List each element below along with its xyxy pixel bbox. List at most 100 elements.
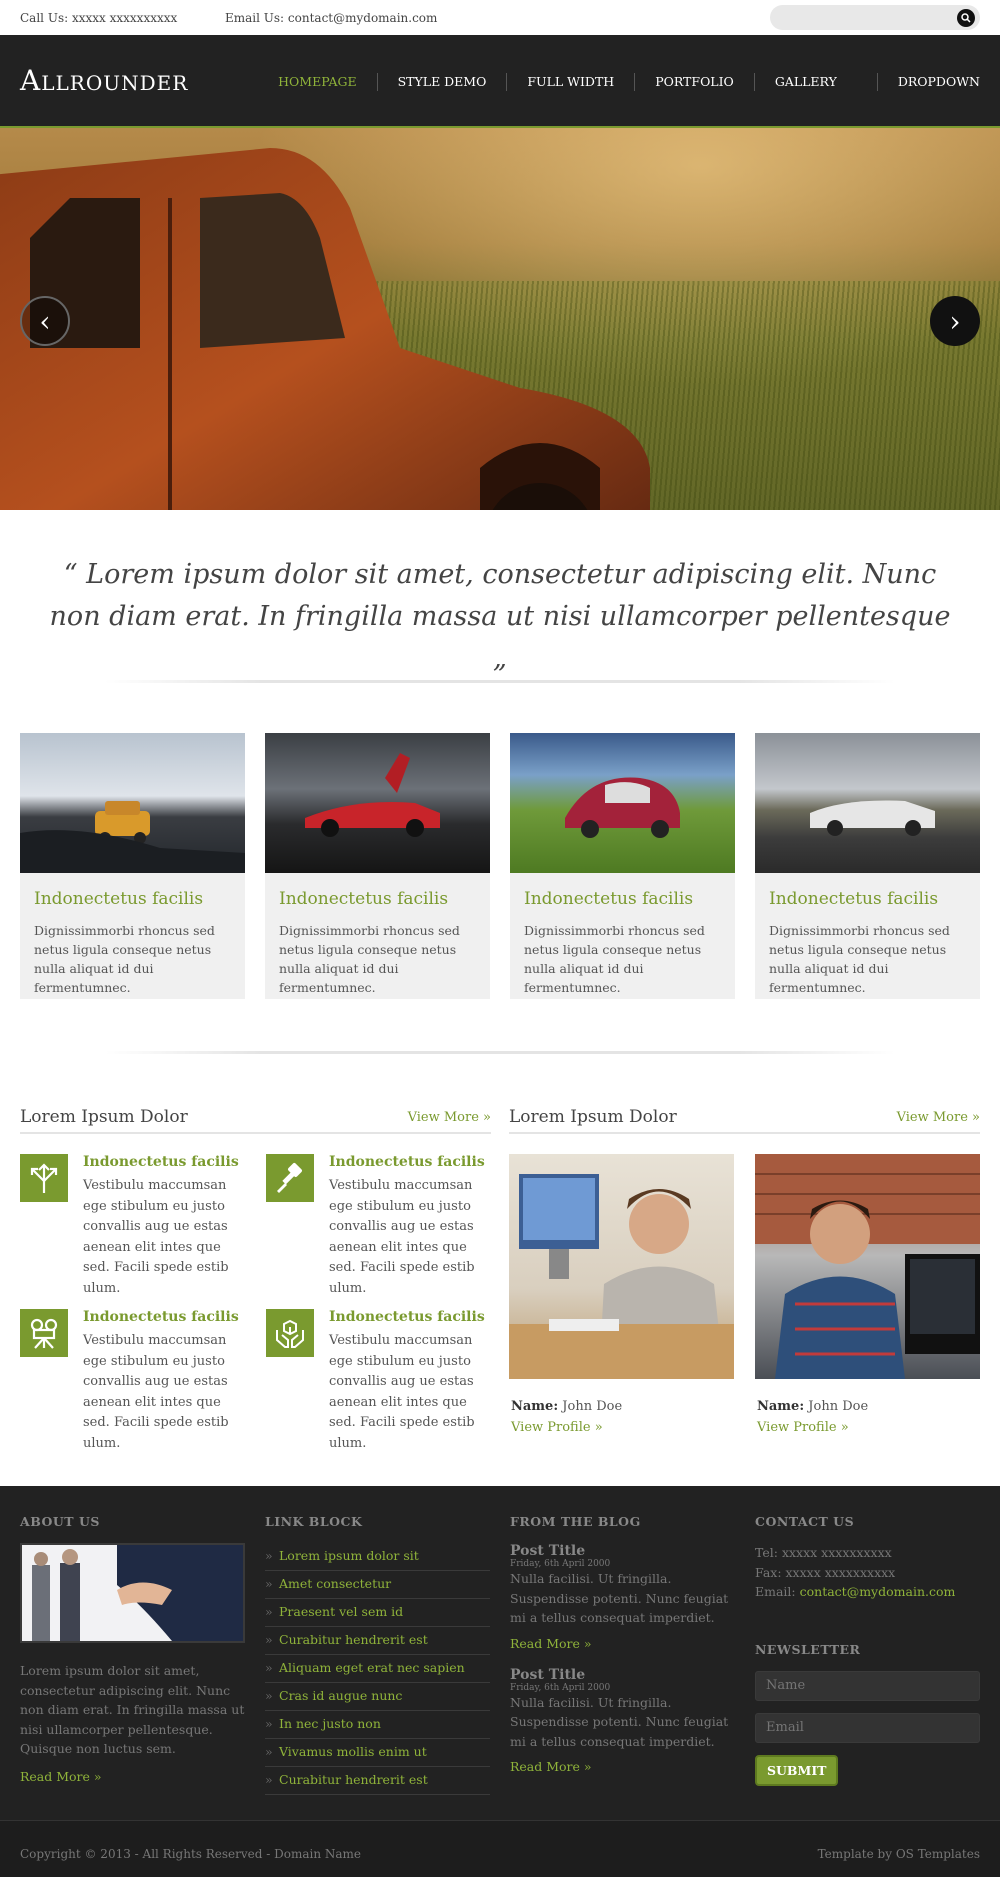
newsletter-email-input[interactable] xyxy=(755,1712,980,1743)
post-excerpt: Nulla facilisi. Ut fringilla. Suspendiss… xyxy=(510,1571,729,1625)
view-profile-link[interactable]: View Profile » xyxy=(509,1414,734,1435)
service-text: Vestibulu maccumsan ege stibulum eu just… xyxy=(83,1333,229,1451)
footer-link[interactable]: Curabitur hendrerit est xyxy=(265,1767,490,1795)
name-label: Name: xyxy=(511,1399,559,1414)
team-grid: Name: John Doe View Profile » Name: John… xyxy=(509,1134,980,1435)
card-text: Dignissimmorbi rhoncus sed netus ligula … xyxy=(524,923,705,995)
section-title: Lorem Ipsum Dolor xyxy=(20,1107,188,1127)
card-text: Dignissimmorbi rhoncus sed netus ligula … xyxy=(769,923,950,995)
nav-item-portfolio[interactable]: PORTFOLIO xyxy=(634,72,754,91)
middle-section: Lorem Ipsum Dolor View More » Indonectet… xyxy=(0,1054,1000,1486)
team-header: Lorem Ipsum Dolor View More » xyxy=(509,1102,980,1134)
email-label: Email: xyxy=(755,1584,796,1599)
slider-prev-button[interactable]: ‹ xyxy=(20,296,70,346)
service-item: Indonectetus facilis Vestibulu maccumsan… xyxy=(266,1309,491,1464)
feature-card[interactable]: Indonectetus facilis Dignissimmorbi rhon… xyxy=(755,733,980,999)
name-label: Name: xyxy=(757,1399,805,1414)
footer-heading: ABOUT US xyxy=(20,1514,100,1529)
nav-item-gallery[interactable]: GALLERY xyxy=(753,72,877,91)
post-date: Friday, 6th April 2000 xyxy=(510,1682,611,1693)
card-text: Dignissimmorbi rhoncus sed netus ligula … xyxy=(279,923,460,995)
nav-item-full-width[interactable]: FULL WIDTH xyxy=(506,72,634,91)
footer-link[interactable]: Cras id augue nunc xyxy=(265,1683,490,1711)
nav-item-dropdown[interactable]: DROPDOWN xyxy=(876,72,980,91)
footer-link[interactable]: Amet consectetur xyxy=(265,1571,490,1599)
member-photo xyxy=(509,1154,734,1379)
view-more-link[interactable]: View More » xyxy=(408,1110,491,1125)
footer-link[interactable]: Vivamus mollis enim ut xyxy=(265,1739,490,1767)
footer-heading: LINK BLOCK xyxy=(265,1514,363,1529)
feature-card[interactable]: Indonectetus facilis Dignissimmorbi rhon… xyxy=(20,733,245,999)
services-grid: Indonectetus facilis Vestibulu maccumsan… xyxy=(20,1134,491,1464)
camera-icon xyxy=(20,1309,68,1357)
search-button[interactable] xyxy=(957,9,975,27)
read-more-link[interactable]: Read More » xyxy=(510,1751,735,1774)
service-text: Vestibulu maccumsan ege stibulum eu just… xyxy=(329,1178,475,1296)
post-title[interactable]: Post Title xyxy=(510,1543,735,1559)
contact-tel: Tel: xxxxx xxxxxxxxxx xyxy=(755,1545,892,1560)
main-nav: HOMEPAGE STYLE DEMO FULL WIDTH PORTFOLIO… xyxy=(258,35,980,128)
post-date: Friday, 6th April 2000 xyxy=(510,1559,611,1569)
feature-card[interactable]: Indonectetus facilis Dignissimmorbi rhon… xyxy=(265,733,490,999)
read-more-link[interactable]: Read More » xyxy=(510,1628,735,1651)
copyright-text: Copyright © 2013 - All Rights Reserved -… xyxy=(20,1846,362,1861)
name-value: John Doe xyxy=(562,1399,623,1414)
card-title: Indonectetus facilis xyxy=(769,889,939,909)
chevron-right-icon: › xyxy=(949,304,961,338)
card-title: Indonectetus facilis xyxy=(279,889,449,909)
footer-link[interactable]: Lorem ipsum dolor sit xyxy=(265,1543,490,1571)
arrows-icon xyxy=(20,1154,68,1202)
top-bar: Call Us: xxxxx xxxxxxxxxx Email Us: cont… xyxy=(0,0,1000,35)
services-header: Lorem Ipsum Dolor View More » xyxy=(20,1102,491,1134)
card-image-toy-car xyxy=(20,733,245,873)
footer-heading: NEWSLETTER xyxy=(755,1641,861,1657)
view-more-link[interactable]: View More » xyxy=(897,1110,980,1125)
blog-post: Post Title Friday, 6th April 2000 Nulla … xyxy=(510,1543,735,1651)
footer-link[interactable]: Praesent vel sem id xyxy=(265,1599,490,1627)
section-title: Lorem Ipsum Dolor xyxy=(509,1107,677,1127)
footer-link[interactable]: Curabitur hendrerit est xyxy=(265,1627,490,1655)
slider-next-button[interactable]: › xyxy=(930,296,980,346)
service-title: Indonectetus facilis xyxy=(83,1309,239,1325)
card-title: Indonectetus facilis xyxy=(34,889,204,909)
site-logo[interactable]: Allrounder xyxy=(20,64,188,97)
member-name: Name: John Doe xyxy=(755,1379,980,1414)
view-profile-link[interactable]: View Profile » xyxy=(755,1414,980,1435)
blog-post: Post Title Friday, 6th April 2000 Nulla … xyxy=(510,1651,735,1775)
card-title: Indonectetus facilis xyxy=(524,889,694,909)
card-image-sports-car xyxy=(265,733,490,873)
feature-card[interactable]: Indonectetus facilis Dignissimmorbi rhon… xyxy=(510,733,735,999)
nav-item-homepage[interactable]: HOMEPAGE xyxy=(258,73,376,91)
read-more-link[interactable]: Read More » xyxy=(20,1759,245,1784)
member-photo xyxy=(755,1154,980,1379)
newsletter-name-input[interactable] xyxy=(755,1670,980,1701)
search-input[interactable] xyxy=(770,5,940,30)
post-title[interactable]: Post Title xyxy=(510,1667,735,1683)
card-image-convertible xyxy=(755,733,980,873)
footer-link[interactable]: In nec justo non xyxy=(265,1711,490,1739)
footer-heading: FROM THE BLOG xyxy=(510,1514,641,1529)
service-item: Indonectetus facilis Vestibulu maccumsan… xyxy=(20,1309,245,1464)
call-us-text: Call Us: xxxxx xxxxxxxxxx xyxy=(20,10,178,25)
service-text: Vestibulu maccumsan ege stibulum eu just… xyxy=(329,1333,475,1451)
feature-cards: Indonectetus facilis Dignissimmorbi rhon… xyxy=(0,683,1000,1051)
footer-heading: CONTACT US xyxy=(755,1514,855,1529)
slide-image-truck xyxy=(0,148,650,510)
email-link[interactable]: contact@mydomain.com xyxy=(800,1584,956,1599)
footer-links: LINK BLOCK Lorem ipsum dolor sit Amet co… xyxy=(265,1514,490,1820)
template-credit-link[interactable]: Template by OS Templates xyxy=(818,1847,980,1861)
nav-item-style-demo[interactable]: STYLE DEMO xyxy=(376,72,507,91)
footer-link[interactable]: Aliquam eget erat nec sapien xyxy=(265,1655,490,1683)
name-value: John Doe xyxy=(808,1399,869,1414)
services-column: Lorem Ipsum Dolor View More » Indonectet… xyxy=(20,1102,491,1486)
hero-slider: ‹ › xyxy=(0,128,1000,510)
link-list: Lorem ipsum dolor sit Amet consectetur P… xyxy=(265,1543,490,1795)
service-text: Vestibulu maccumsan ege stibulum eu just… xyxy=(83,1178,229,1296)
submit-button[interactable]: SUBMIT xyxy=(755,1754,839,1786)
post-excerpt: Nulla facilisi. Ut fringilla. Suspendiss… xyxy=(510,1694,729,1749)
footer-about: ABOUT US Lorem ipsum dolor sit amet, con… xyxy=(20,1514,245,1820)
contact-email: Email: contact@mydomain.com xyxy=(755,1582,980,1602)
team-column: Lorem Ipsum Dolor View More » Name: John… xyxy=(509,1102,980,1486)
service-item: Indonectetus facilis Vestibulu maccumsan… xyxy=(20,1154,245,1309)
bottom-bar: Copyright © 2013 - All Rights Reserved -… xyxy=(0,1820,1000,1877)
